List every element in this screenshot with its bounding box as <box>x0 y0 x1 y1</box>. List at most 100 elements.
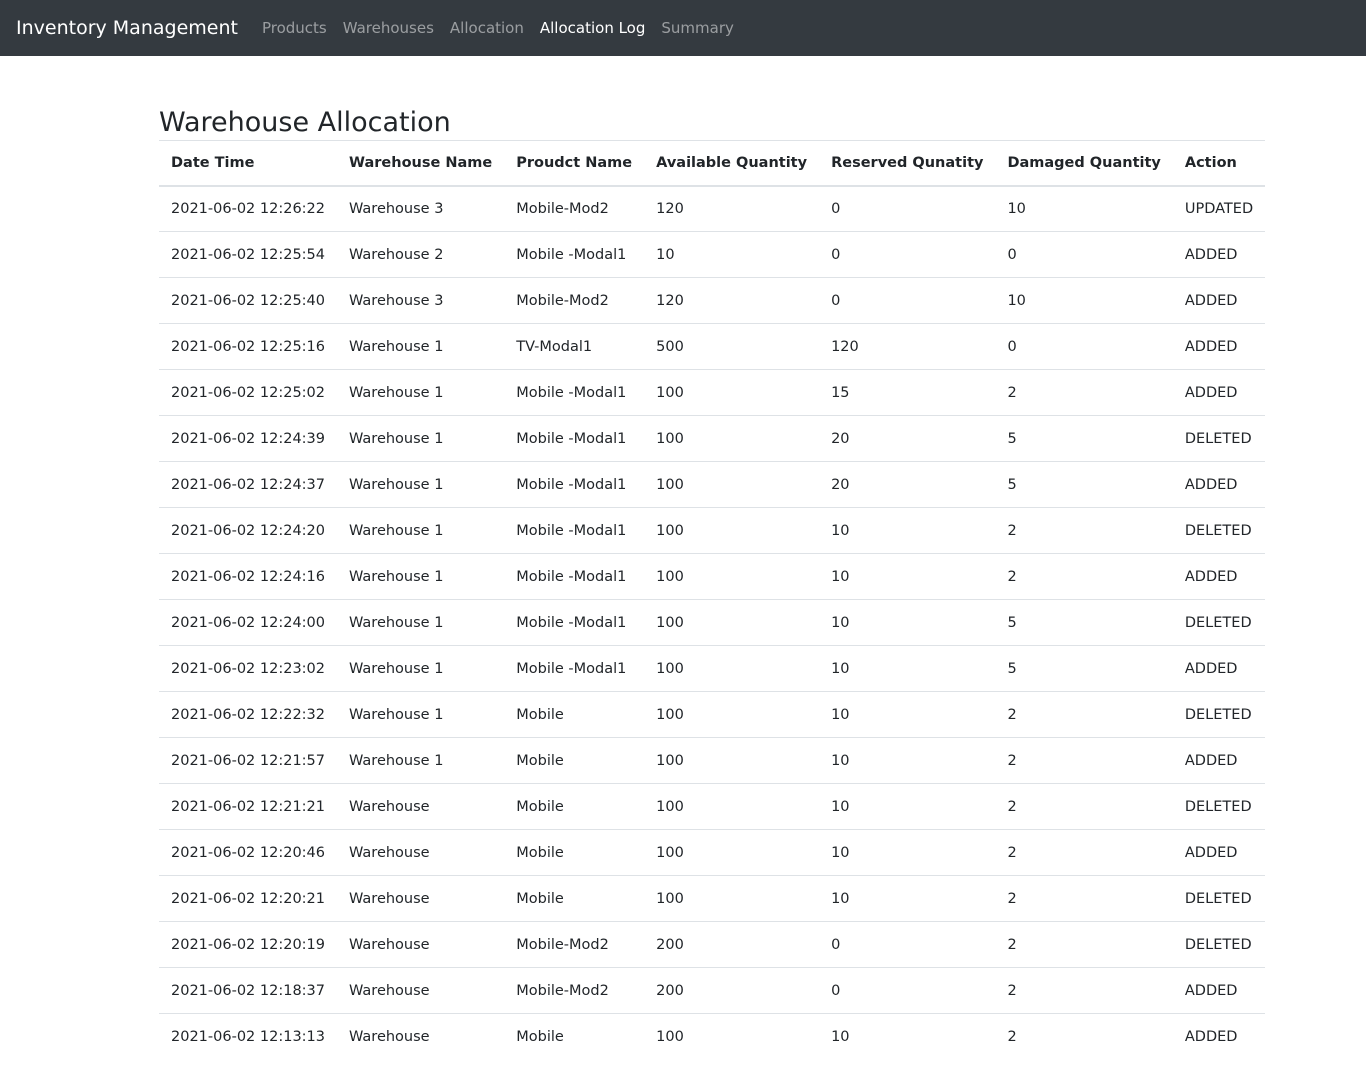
cell-warehouse-name: Warehouse 1 <box>337 461 505 508</box>
cell-warehouse-name: Warehouse <box>337 921 505 968</box>
cell-reserved-quantity: 20 <box>819 415 996 462</box>
cell-date-time: 2021-06-02 12:20:46 <box>159 829 337 876</box>
cell-warehouse-name: Warehouse 1 <box>337 737 505 784</box>
cell-damaged-quantity: 5 <box>995 645 1173 692</box>
cell-action: ADDED <box>1172 553 1266 600</box>
cell-date-time: 2021-06-02 12:25:54 <box>159 231 337 278</box>
table-row: 2021-06-02 12:24:39 Warehouse 1 Mobile -Mo… <box>159 415 1266 462</box>
cell-product-name: Mobile -Modal1 <box>504 553 645 600</box>
cell-available-quantity: 100 <box>644 875 820 922</box>
cell-damaged-quantity: 5 <box>995 599 1173 646</box>
column-header-available-quantity: Available Quantity <box>644 140 820 187</box>
cell-reserved-quantity: 10 <box>819 599 996 646</box>
table-row: 2021-06-02 12:25:02 Warehouse 1 Mobile -Mo… <box>159 369 1266 416</box>
cell-available-quantity: 100 <box>644 691 820 738</box>
cell-reserved-quantity: 10 <box>819 737 996 784</box>
cell-product-name: Mobile <box>504 783 645 830</box>
cell-action: ADDED <box>1172 231 1266 278</box>
cell-warehouse-name: Warehouse <box>349 1028 430 1045</box>
cell-date-time: 2021-06-02 12:25:40 <box>159 277 337 324</box>
cell-date-time: 2021-06-02 12:22:32 <box>159 691 337 738</box>
top-navbar: Inventory Management Products Warehouses… <box>0 0 1366 56</box>
cell-available-quantity: 100 <box>644 369 820 416</box>
cell-damaged-quantity: 2 <box>995 691 1173 738</box>
table-body: 2021-06-02 12:26:22 Warehouse 3 Mobile-Mod… <box>159 185 1266 1060</box>
cell-damaged-quantity: 0 <box>995 231 1173 278</box>
cell-action: ADDED <box>1172 829 1266 876</box>
cell-warehouse-name: Warehouse 1 <box>337 553 505 600</box>
cell-reserved-quantity: 10 <box>819 691 996 738</box>
table-header-row: Date Time Warehouse Name Proudct Name Av… <box>159 140 1266 187</box>
cell-date-time: 2021-06-02 12:24:39 <box>159 415 337 462</box>
cell-damaged-quantity: 2 <box>995 553 1173 600</box>
cell-damaged-quantity: 2 <box>995 369 1173 416</box>
cell-product-name: Mobile-Mod2 <box>504 921 645 968</box>
cell-warehouse-name: Warehouse 3 <box>337 185 505 232</box>
table-row: 2021-06-02 12:21:21 Warehouse Mobile 100 10 2… <box>159 783 1266 830</box>
nav-link-products[interactable]: Products <box>254 19 335 37</box>
cell-reserved-quantity: 0 <box>819 967 996 1014</box>
cell-action: DELETED <box>1172 415 1266 462</box>
cell-warehouse-name: Warehouse 3 <box>337 277 505 324</box>
cell-warehouse-name: Warehouse 1 <box>337 323 505 370</box>
column-header-action: Action <box>1172 140 1266 187</box>
cell-warehouse-name: Warehouse 1 <box>337 599 505 646</box>
nav-link-allocation-log[interactable]: Allocation Log <box>532 19 654 37</box>
cell-product-name: Mobile -Modal1 <box>504 599 645 646</box>
cell-action: ADDED <box>1172 323 1266 370</box>
cell-action: ADDED <box>1172 277 1266 324</box>
cell-reserved-quantity: 10 <box>819 553 996 600</box>
cell-date-time: 2021-06-02 12:21:57 <box>159 737 337 784</box>
column-header-product-name: Proudct Name <box>504 140 645 187</box>
cell-product-name: Mobile -Modal1 <box>504 461 645 508</box>
cell-reserved-quantity: 10 <box>819 783 996 830</box>
cell-action: ADDED <box>1172 369 1266 416</box>
cell-action: DELETED <box>1172 921 1266 968</box>
cell-damaged-quantity: 2 <box>995 967 1173 1014</box>
cell-action: ADDED <box>1172 967 1266 1014</box>
cell-warehouse-name: Warehouse <box>337 875 505 922</box>
cell-warehouse-name: Warehouse 1 <box>337 691 505 738</box>
table-row: 2021-06-02 12:24:16 Warehouse 1 Mobile -Mo… <box>159 553 1266 600</box>
cell-reserved-quantity: 0 <box>819 231 996 278</box>
cell-damaged-quantity: 5 <box>995 461 1173 508</box>
cell-date-time: 2021-06-02 12:25:16 <box>159 323 337 370</box>
cell-warehouse-name: Warehouse <box>337 783 505 830</box>
cell-date-time: 2021-06-02 12:21:21 <box>159 783 337 830</box>
nav-link-summary[interactable]: Summary <box>653 19 742 37</box>
cell-available-quantity: 100 <box>656 1028 684 1045</box>
cell-warehouse-name: Warehouse 1 <box>337 415 505 462</box>
table-row: 2021-06-02 12:24:00 Warehouse 1 Mobile -Mo… <box>159 599 1266 646</box>
column-header-reserved-quantity: Reserved Qunatity <box>819 140 996 187</box>
cell-reserved-quantity: 0 <box>819 185 996 232</box>
cell-action: ADDED <box>1184 1028 1238 1045</box>
cell-damaged-quantity: 2 <box>995 921 1173 968</box>
cell-action: DELETED <box>1172 599 1266 646</box>
nav-link-allocation[interactable]: Allocation <box>442 19 532 37</box>
table-row: 2021-06-02 12:21:57 Warehouse 1 Mobile 100 1… <box>159 737 1266 784</box>
cell-available-quantity: 200 <box>644 967 820 1014</box>
nav-links: Products Warehouses Allocation Allocatio… <box>254 19 742 37</box>
cell-available-quantity: 100 <box>644 783 820 830</box>
cell-product-name: Mobile -Modal1 <box>504 415 645 462</box>
cell-damaged-quantity: 10 <box>995 185 1173 232</box>
table-row: 2021-06-02 12:25:54 Warehouse 2 Mobile -Mo… <box>159 231 1266 278</box>
cell-damaged-quantity: 2 <box>995 507 1173 554</box>
cell-damaged-quantity: 2 <box>995 829 1173 876</box>
column-header-warehouse-name: Warehouse Name <box>337 140 505 187</box>
cell-date-time: 2021-06-02 12:24:16 <box>159 553 337 600</box>
column-header-damaged-quantity: Damaged Quantity <box>995 140 1173 187</box>
cell-available-quantity: 100 <box>644 645 820 692</box>
navbar-brand[interactable]: Inventory Management <box>16 17 238 39</box>
table-row: 2021-06-02 12:22:32 Warehouse 1 Mobile 100 1… <box>159 691 1266 738</box>
cell-available-quantity: 100 <box>644 553 820 600</box>
nav-link-warehouses[interactable]: Warehouses <box>335 19 442 37</box>
cell-damaged-quantity: 2 <box>1007 1028 1017 1045</box>
main-content: Warehouse Allocation Date Time Warehouse… <box>159 106 1266 1060</box>
cell-product-name: Mobile-Mod2 <box>504 967 645 1014</box>
cell-product-name: Mobile -Modal1 <box>504 645 645 692</box>
cell-reserved-quantity: 0 <box>819 277 996 324</box>
cell-available-quantity: 500 <box>644 323 820 370</box>
cell-date-time: 2021-06-02 12:24:37 <box>159 461 337 508</box>
allocation-log-table: Date Time Warehouse Name Proudct Name Av… <box>159 140 1266 1060</box>
